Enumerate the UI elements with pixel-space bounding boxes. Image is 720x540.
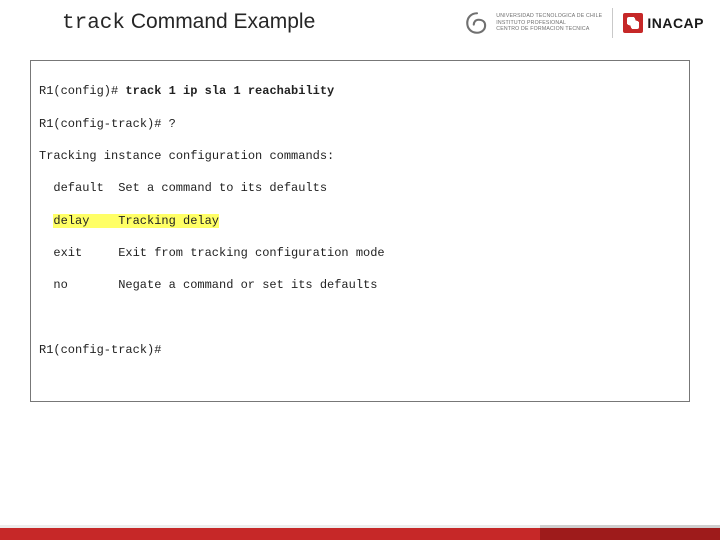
logo-block: UNIVERSIDAD TECNOLOGICA DE CHILE INSTITU… [464, 8, 704, 38]
term-option-no: noNegate a command or set its defaults [39, 277, 681, 293]
logo-divider [612, 8, 613, 38]
opt-kw: exit [53, 245, 118, 261]
term-prompt-1: R1(config)# [39, 84, 125, 98]
term-cmd-1: track 1 ip sla 1 reachability [125, 84, 334, 98]
header: track Command Example UNIVERSIDAD TECNOL… [0, 0, 720, 48]
uni-line-3: CENTRO DE FORMACION TECNICA [496, 26, 602, 33]
footer-accent-dark [540, 528, 720, 540]
university-text: UNIVERSIDAD TECNOLOGICA DE CHILE INSTITU… [496, 13, 602, 33]
inacap-wordmark: INACAP [647, 15, 704, 31]
opt-desc: Tracking delay [118, 214, 219, 228]
slide: track Command Example UNIVERSIDAD TECNOL… [0, 0, 720, 540]
term-final-prompt: R1(config-track)# [39, 342, 681, 358]
inacap-badge-icon [623, 13, 643, 33]
university-logo: UNIVERSIDAD TECNOLOGICA DE CHILE INSTITU… [464, 10, 602, 36]
term-line-1: R1(config)# track 1 ip sla 1 reachabilit… [39, 83, 681, 99]
title-command: track [62, 12, 125, 35]
footer [0, 510, 720, 540]
term-option-default: defaultSet a command to its defaults [39, 180, 681, 196]
swirl-icon [464, 10, 490, 36]
content-area: R1(config)# track 1 ip sla 1 reachabilit… [0, 48, 720, 402]
title-rest: Command Example [125, 10, 315, 33]
term-blank [39, 310, 681, 326]
term-option-exit: exitExit from tracking configuration mod… [39, 245, 681, 261]
term-option-delay: delayTracking delay [39, 213, 681, 229]
opt-kw: no [53, 277, 118, 293]
terminal-box: R1(config)# track 1 ip sla 1 reachabilit… [30, 60, 690, 402]
slide-title: track Command Example [62, 10, 315, 35]
opt-kw: default [53, 180, 118, 196]
opt-desc: Negate a command or set its defaults [118, 278, 377, 292]
term-line-2: R1(config-track)# ? [39, 116, 681, 132]
term-line-3: Tracking instance configuration commands… [39, 148, 681, 164]
inacap-logo: INACAP [623, 13, 704, 33]
opt-desc: Exit from tracking configuration mode [118, 246, 384, 260]
uni-line-1: UNIVERSIDAD TECNOLOGICA DE CHILE [496, 13, 602, 20]
opt-desc: Set a command to its defaults [118, 181, 327, 195]
opt-kw: delay [53, 213, 118, 229]
